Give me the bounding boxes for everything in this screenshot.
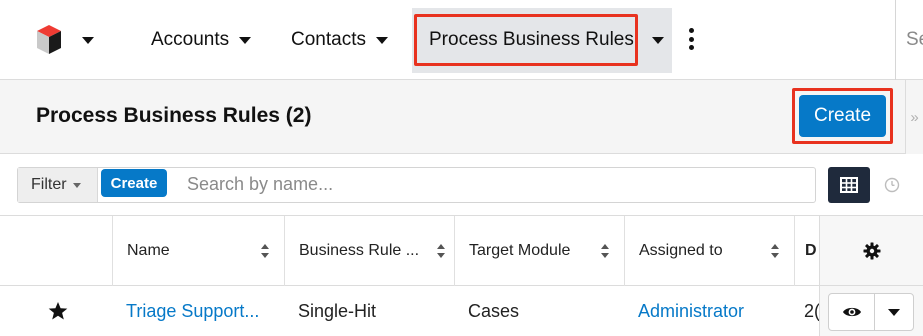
- chevron-down-icon: [888, 308, 900, 316]
- logo-menu[interactable]: [36, 20, 102, 60]
- more-menu-icon[interactable]: [688, 28, 694, 50]
- activity-stream-toggle[interactable]: [872, 167, 912, 203]
- row-action-group: [828, 293, 914, 331]
- sort-icon[interactable]: [770, 243, 780, 259]
- double-chevron-right-icon[interactable]: »: [905, 80, 923, 154]
- cell-target-module: Cases: [468, 300, 520, 321]
- list-view-toggle[interactable]: [828, 167, 870, 203]
- table-header: Name Business Rule ... Target Module Ass…: [0, 216, 923, 286]
- column-header-label: Assigned to: [639, 242, 723, 259]
- column-header-label: Business Rule ...: [299, 242, 420, 259]
- cube-logo-icon: [37, 25, 61, 54]
- highlight-annotation: [792, 88, 893, 144]
- eye-icon: [842, 307, 861, 317]
- table-row[interactable]: Triage Support... Single-Hit Cases Admin…: [0, 286, 923, 336]
- preview-button[interactable]: [829, 294, 875, 330]
- cell-assigned-to[interactable]: Administrator: [624, 286, 794, 336]
- global-search[interactable]: Se: [895, 0, 923, 80]
- top-nav: Accounts Contacts Process Business Rules…: [0, 0, 923, 80]
- column-settings[interactable]: [820, 216, 923, 286]
- clock-icon: [884, 177, 900, 193]
- favorite-star[interactable]: [48, 286, 88, 336]
- chevron-down-icon[interactable]: [239, 36, 252, 44]
- list-header: Process Business Rules (2): [0, 80, 923, 154]
- star-icon: [48, 302, 68, 320]
- sort-icon[interactable]: [600, 243, 610, 259]
- column-header-label: Target Module: [469, 242, 571, 259]
- column-header-name[interactable]: Name: [112, 216, 284, 286]
- column-header-business-rule[interactable]: Business Rule ...: [284, 216, 454, 286]
- nav-item-label: Contacts: [291, 29, 366, 50]
- nav-item-label: Accounts: [151, 29, 230, 50]
- chevron-down-icon[interactable]: [375, 36, 388, 44]
- column-header-date[interactable]: D: [794, 216, 819, 286]
- global-search-label: Se: [906, 29, 923, 50]
- column-header-assigned-to[interactable]: Assigned to: [624, 216, 794, 286]
- table-grid-icon: [840, 177, 858, 193]
- chevron-down-icon: [72, 182, 81, 188]
- cell-business-rule-type: Single-Hit: [298, 300, 377, 321]
- cell-name[interactable]: Triage Support...: [112, 286, 284, 336]
- create-filter-button[interactable]: Create: [101, 169, 167, 197]
- filter-dropdown[interactable]: Filter: [18, 168, 98, 202]
- logo-caret-icon: [82, 36, 94, 44]
- search-input[interactable]: Search by name...: [187, 174, 333, 195]
- sort-icon[interactable]: [260, 243, 270, 259]
- filter-dropdown-label: Filter: [31, 176, 67, 193]
- column-header-label: D: [805, 242, 817, 259]
- nav-item-contacts[interactable]: Contacts: [291, 0, 388, 80]
- chevron-down-icon[interactable]: [651, 36, 664, 44]
- row-actions-dropdown[interactable]: [875, 294, 913, 330]
- column-header-target-module[interactable]: Target Module: [454, 216, 624, 286]
- nav-item-accounts[interactable]: Accounts: [151, 0, 252, 80]
- page-title: Process Business Rules (2): [36, 104, 312, 127]
- cell-date: 2(: [804, 300, 819, 321]
- gear-icon: [863, 242, 881, 259]
- column-header-label: Name: [127, 242, 170, 259]
- sort-icon[interactable]: [436, 243, 446, 259]
- highlight-annotation: [414, 14, 638, 66]
